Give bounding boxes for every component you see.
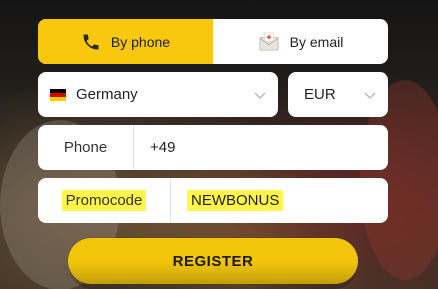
promocode-input-cell[interactable]: NEWBONUS (171, 190, 284, 211)
chevron-down-icon (254, 88, 266, 106)
register-button-label: REGISTER (172, 252, 254, 270)
promocode-field: Promocode NEWBONUS (38, 178, 388, 223)
tab-by-email[interactable]: By email (213, 19, 388, 64)
promocode-label: Promocode (61, 190, 147, 211)
currency-value: EUR (304, 86, 336, 103)
country-value: Germany (76, 86, 138, 103)
germany-flag-icon (50, 88, 66, 101)
tab-by-phone[interactable]: By phone (38, 19, 213, 64)
phone-input[interactable]: +49 (134, 139, 175, 156)
phone-icon (81, 32, 101, 52)
phone-field: Phone +49 (38, 125, 388, 170)
phone-label: Phone (38, 125, 134, 170)
chevron-down-icon (364, 88, 376, 106)
tab-by-email-label: By email (289, 33, 344, 50)
promocode-input[interactable]: NEWBONUS (187, 190, 284, 211)
register-button[interactable]: REGISTER (68, 238, 358, 284)
promocode-label-cell: Promocode (38, 178, 171, 223)
envelope-icon (258, 32, 280, 52)
tab-by-phone-label: By phone (110, 33, 171, 50)
country-select[interactable]: Germany (38, 72, 278, 117)
registration-method-tabs: By phone By email (38, 19, 388, 64)
registration-page: By phone By email Germany EUR Phone +49 … (0, 0, 438, 289)
currency-select[interactable]: EUR (288, 72, 388, 117)
